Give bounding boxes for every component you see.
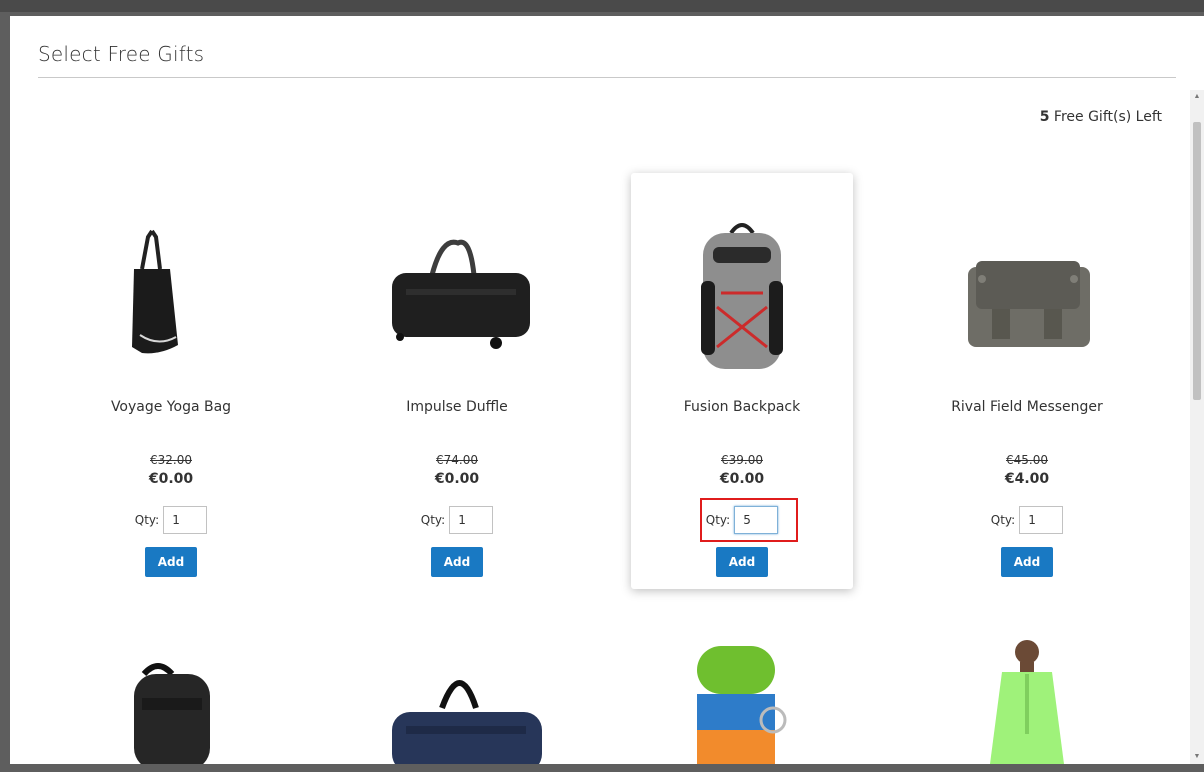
scroll-down-icon[interactable]: ▼ <box>1190 750 1204 764</box>
tote-bag-icon[interactable] <box>60 197 282 369</box>
add-button[interactable]: Add <box>431 547 483 577</box>
scroll-up-icon[interactable]: ▲ <box>1190 90 1204 104</box>
product-name[interactable]: Voyage Yoga Bag <box>60 399 282 415</box>
old-price: €32.00 <box>150 453 192 467</box>
qty-row: Qty: <box>60 505 282 535</box>
product-name[interactable]: Fusion Backpack <box>631 399 853 415</box>
qty-label: Qty: <box>990 513 1016 527</box>
qty-label: Qty: <box>134 513 160 527</box>
product-card <box>916 628 1138 764</box>
title-divider <box>38 77 1176 78</box>
gifts-left-count: 5 <box>1039 109 1050 125</box>
price: €0.00 <box>434 471 480 487</box>
product-card <box>631 628 853 764</box>
scroll-thumb[interactable] <box>1193 122 1201 400</box>
old-price: €74.00 <box>436 453 478 467</box>
modal-title: Select Free Gifts <box>38 42 205 66</box>
scrollbar[interactable]: ▲ ▼ <box>1190 90 1204 764</box>
black-backpack-icon[interactable] <box>60 628 282 764</box>
qty-row: Qty: <box>631 505 853 535</box>
qty-label: Qty: <box>705 513 731 527</box>
duffle-bag-icon[interactable] <box>346 197 568 369</box>
add-button[interactable]: Add <box>1001 547 1053 577</box>
messenger-bag-icon[interactable] <box>916 197 1138 369</box>
product-card: Voyage Yoga Bag €32.00 €0.00 Qty: Add <box>60 173 282 589</box>
qty-input[interactable] <box>734 506 779 534</box>
qty-row: Qty: <box>346 505 568 535</box>
price: €4.00 <box>1004 471 1050 487</box>
qty-row: Qty: <box>916 505 1138 535</box>
backpack-icon[interactable] <box>631 197 853 369</box>
qty-input[interactable] <box>449 506 494 534</box>
price: €0.00 <box>148 471 194 487</box>
product-card <box>60 628 282 764</box>
gifts-left-counter: 5 Free Gift(s) Left <box>1040 109 1162 125</box>
yoga-strap-icon[interactable] <box>631 628 853 764</box>
qty-label: Qty: <box>420 513 446 527</box>
gifts-left-label: Free Gift(s) Left <box>1053 109 1162 125</box>
product-name[interactable]: Impulse Duffle <box>346 399 568 415</box>
green-jacket-icon[interactable] <box>916 628 1138 764</box>
product-card: Rival Field Messenger €45.00 €4.00 Qty: … <box>916 173 1138 589</box>
navy-duffle-icon[interactable] <box>346 628 568 764</box>
add-button[interactable]: Add <box>716 547 768 577</box>
product-card <box>346 628 568 764</box>
free-gifts-modal: Select Free Gifts 5 Free Gift(s) Left Vo… <box>10 16 1204 764</box>
old-price: €45.00 <box>1006 453 1048 467</box>
add-button[interactable]: Add <box>145 547 197 577</box>
price: €0.00 <box>719 471 765 487</box>
product-card: Impulse Duffle €74.00 €0.00 Qty: Add <box>346 173 568 589</box>
qty-input[interactable] <box>163 506 208 534</box>
qty-input[interactable] <box>1019 506 1064 534</box>
page-backdrop <box>0 0 1204 12</box>
product-name[interactable]: Rival Field Messenger <box>916 399 1138 415</box>
old-price: €39.00 <box>721 453 763 467</box>
product-card-focused: Fusion Backpack €39.00 €0.00 Qty: Add <box>631 173 853 589</box>
